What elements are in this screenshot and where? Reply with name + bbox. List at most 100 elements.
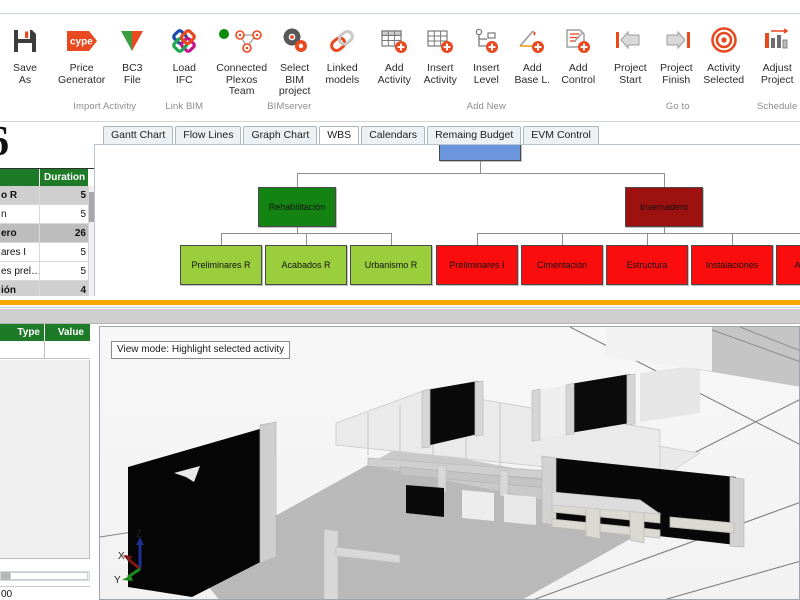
wbs-canvas: Rehabilitación Preliminares R Acabados R Ur… bbox=[95, 145, 800, 296]
activity-name-cell: o R bbox=[0, 186, 40, 204]
wbs-connector-branch-drop bbox=[297, 173, 298, 187]
insert-activity-label: Insert Activity bbox=[423, 62, 457, 86]
wbs-child-node-1-1[interactable]: Cimentación bbox=[521, 245, 603, 285]
wbs-connector-child-drop bbox=[391, 233, 392, 245]
ribbon-group-add-new: Add Activity Insert Activity Insert Leve… bbox=[371, 14, 601, 121]
wbs-branch-node-1[interactable]: Invernadero bbox=[625, 187, 703, 227]
activity-grid-row[interactable]: n5 bbox=[0, 205, 88, 224]
insert-level-icon bbox=[471, 21, 501, 61]
secondary-toolbar-band bbox=[0, 309, 800, 324]
add-base-line-icon bbox=[517, 21, 547, 61]
adjust-project-icon bbox=[761, 21, 793, 61]
linked-models-button[interactable]: Linked models bbox=[319, 19, 365, 86]
tab-flow-lines[interactable]: Flow Lines bbox=[175, 126, 242, 144]
tab-gantt-chart[interactable]: Gantt Chart bbox=[103, 126, 174, 144]
wbs-connector-branch-drop bbox=[664, 173, 665, 187]
wbs-diagram-panel[interactable]: Rehabilitación Preliminares R Acabados R Ur… bbox=[94, 144, 800, 296]
tab-evm-control[interactable]: EVM Control bbox=[523, 126, 599, 144]
bim-3d-viewport[interactable]: View mode: Highlight selected activity Z… bbox=[99, 326, 800, 600]
tab-calendars[interactable]: Calendars bbox=[361, 126, 426, 144]
wbs-child-node-0-0[interactable]: Preliminares R bbox=[180, 245, 262, 285]
wbs-child-node-1-0[interactable]: Preliminares I bbox=[436, 245, 518, 285]
insert-activity-button[interactable]: Insert Activity bbox=[417, 19, 463, 86]
price-generator-button[interactable]: cype Price Generator bbox=[54, 19, 109, 86]
adjust-project-button[interactable]: Adjust Project bbox=[754, 19, 800, 86]
grid-header-name bbox=[0, 169, 40, 186]
tab-graph-chart[interactable]: Graph Chart bbox=[243, 126, 318, 144]
wbs-connector-child-drop bbox=[562, 233, 563, 245]
axis-orientation-gizmo: Z X Y bbox=[110, 527, 180, 589]
svg-text:cype: cype bbox=[70, 37, 93, 48]
ribbon-group-schedule: Adjust Project Schedule bbox=[754, 14, 800, 121]
ribbon-group-bimserver-title: BIMserver bbox=[267, 101, 312, 112]
properties-empty-body bbox=[0, 360, 90, 559]
activity-grid-row[interactable]: o R 5 bbox=[0, 186, 88, 205]
wbs-child-node-0-1[interactable]: Acabados R bbox=[265, 245, 347, 285]
ribbon-group-schedule-title: Schedule bbox=[756, 101, 798, 112]
properties-header-value: Value bbox=[57, 327, 84, 338]
wbs-child-node-0-2[interactable]: Urbanismo R bbox=[350, 245, 432, 285]
properties-horizontal-scrollbar[interactable] bbox=[0, 571, 90, 581]
activity-grid-panel: 6 Duration o R5n5ero26ares I5es prel…5ió… bbox=[0, 124, 94, 296]
wbs-child-node-1-3[interactable]: Instalaciones bbox=[691, 245, 773, 285]
wbs-connector-child-drop bbox=[221, 233, 222, 245]
project-finish-button[interactable]: Project Finish bbox=[653, 19, 699, 86]
properties-row[interactable] bbox=[0, 341, 90, 359]
ribbon-group-go-to: Project Start Project Finish Activity Se… bbox=[607, 14, 748, 121]
price-generator-label: Price Generator bbox=[58, 62, 106, 86]
insert-level-button[interactable]: Insert Level bbox=[463, 19, 509, 86]
add-control-icon bbox=[563, 21, 593, 61]
ribbon-group-go-to-title: Go to bbox=[665, 101, 690, 112]
connected-plexos-team-button[interactable]: Connected Plexos Team bbox=[213, 19, 270, 98]
svg-text:X: X bbox=[118, 551, 125, 562]
add-base-line-button[interactable]: Add Base L. bbox=[509, 19, 555, 86]
ribbon-group-link-bim: Load IFC Link BIM bbox=[161, 14, 207, 121]
properties-panel: Type Value 00 bbox=[0, 324, 94, 600]
load-ifc-button[interactable]: Load IFC bbox=[161, 19, 207, 86]
select-bim-project-label: Select BIM project bbox=[278, 62, 311, 97]
ribbon-group-link-bim-title: Link BIM bbox=[165, 101, 204, 112]
activity-grid-row[interactable]: es prel… 5 bbox=[0, 262, 88, 281]
activity-selected-icon bbox=[709, 21, 739, 61]
wbs-root-node[interactable] bbox=[439, 145, 521, 161]
wbs-child-node-1-4[interactable]: Acabados I bbox=[776, 245, 800, 285]
project-start-button[interactable]: Project Start bbox=[607, 19, 653, 86]
scrollbar-thumb[interactable] bbox=[10, 572, 88, 580]
activity-duration-cell: 5 bbox=[80, 189, 86, 201]
properties-header-type: Type bbox=[0, 324, 45, 341]
properties-header: Type Value bbox=[0, 324, 90, 341]
svg-text:Z: Z bbox=[136, 529, 142, 540]
linked-models-label: Linked models bbox=[325, 62, 360, 86]
save-as-button[interactable]: Save As bbox=[2, 19, 48, 86]
activity-selected-button[interactable]: Activity Selected bbox=[699, 19, 748, 86]
window-chrome-strip bbox=[0, 0, 800, 14]
tab-remaing-budget[interactable]: Remaing Budget bbox=[427, 126, 522, 144]
scrollbar-left-button[interactable] bbox=[1, 572, 10, 580]
panel-heading-clipped: 6 bbox=[0, 124, 9, 166]
view-tab-strip: Gantt Chart Flow Lines Graph Chart WBS Calen… bbox=[0, 124, 800, 144]
add-control-button[interactable]: Add Control bbox=[555, 19, 601, 86]
wbs-child-node-1-2[interactable]: Estructura bbox=[606, 245, 688, 285]
properties-footer-value: 00 bbox=[0, 586, 90, 600]
insert-activity-icon bbox=[425, 21, 455, 61]
wbs-branch-node-0[interactable]: Rehabilitación bbox=[258, 187, 336, 227]
ribbon-group-save: Save As bbox=[2, 14, 48, 121]
activity-grid-row[interactable]: ión 4 bbox=[0, 281, 88, 296]
activity-grid-row[interactable]: ares I 5 bbox=[0, 243, 88, 262]
ribbon-group-import-activity-title: Import Activitiy bbox=[73, 101, 137, 112]
activity-duration-cell: 5 bbox=[80, 208, 86, 220]
save-icon bbox=[10, 21, 40, 61]
grid-header-duration: Duration bbox=[44, 172, 86, 183]
wbs-connector-child-drop bbox=[732, 233, 733, 245]
viewport-scene[interactable] bbox=[100, 327, 799, 599]
project-start-icon bbox=[613, 21, 647, 61]
ribbon-group-save-title bbox=[2, 100, 48, 116]
activity-duration-cell: 4 bbox=[80, 284, 86, 296]
tab-wbs[interactable]: WBS bbox=[319, 126, 360, 144]
activity-grid-row[interactable]: ero 26 bbox=[0, 224, 88, 243]
select-bim-project-button[interactable]: Select BIM project bbox=[270, 19, 319, 98]
activity-name-cell: ero bbox=[0, 224, 40, 242]
add-activity-button[interactable]: Add Activity bbox=[371, 19, 417, 86]
bc3-file-button[interactable]: BC3 File bbox=[109, 19, 155, 86]
load-ifc-label: Load IFC bbox=[172, 62, 196, 86]
